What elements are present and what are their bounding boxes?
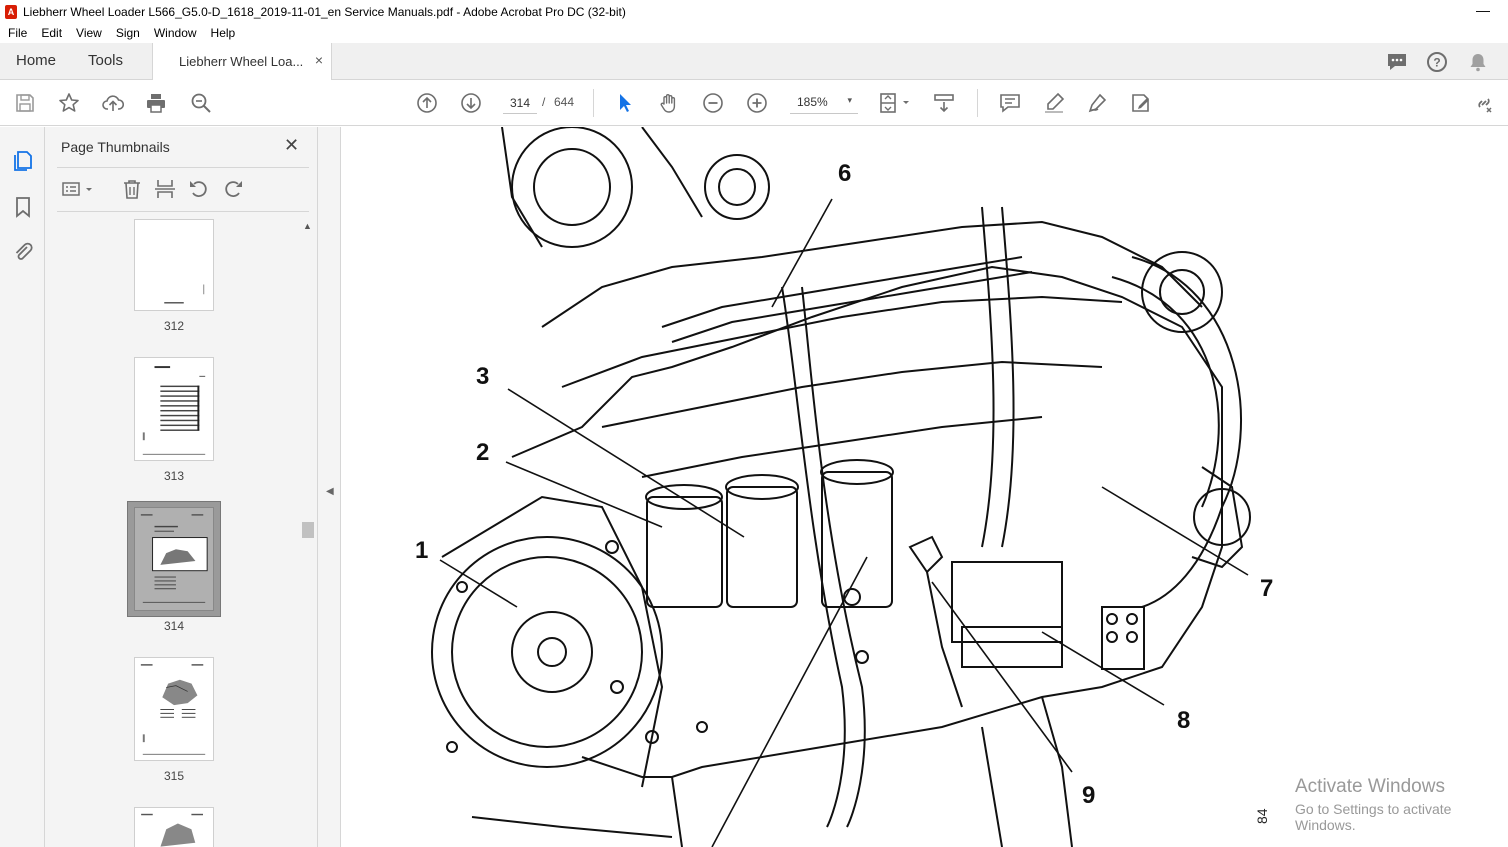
window-title: Liebherr Wheel Loader L566_G5.0-D_1618_2…	[23, 4, 626, 19]
page-fit-icon[interactable]	[877, 91, 913, 115]
panel-title: Page Thumbnails	[61, 139, 170, 155]
page-thumbnails-icon[interactable]	[11, 149, 35, 173]
main-toolbar: / 644 185% ▾	[0, 80, 1508, 126]
tab-bar: Home Tools Liebherr Wheel Loa... × ?	[0, 43, 1508, 80]
scroll-mode-icon[interactable]	[932, 91, 956, 115]
rotate-left-icon[interactable]	[187, 177, 211, 201]
extract-page-icon[interactable]	[153, 177, 177, 201]
previous-page-icon[interactable]	[415, 91, 439, 115]
menu-view[interactable]: View	[69, 26, 109, 40]
print-icon[interactable]	[144, 91, 168, 115]
tab-document[interactable]: Liebherr Wheel Loa... ×	[152, 43, 332, 80]
thumbnail-page-number: 313	[163, 469, 185, 483]
bookmarks-icon[interactable]	[11, 195, 35, 219]
total-pages: 644	[554, 95, 575, 109]
toolbar-divider	[593, 89, 594, 117]
menu-sign[interactable]: Sign	[109, 26, 147, 40]
zoom-in-icon[interactable]	[745, 91, 769, 115]
document-view[interactable]: 1 2 3 6 7 8 9 84	[342, 127, 1508, 847]
callout-label: 2	[476, 439, 490, 466]
thumbnail-options-icon[interactable]	[61, 177, 97, 201]
delete-page-icon[interactable]	[120, 177, 144, 201]
next-page-icon[interactable]	[459, 91, 483, 115]
toolbar-divider	[977, 89, 978, 117]
tab-document-label: Liebherr Wheel Loa...	[179, 54, 304, 69]
thumbnail-page-number: 314	[163, 619, 185, 633]
watermark-title: Activate Windows	[1295, 776, 1445, 797]
callout-label: 3	[476, 363, 490, 390]
page-thumbnails-panel: Page Thumbnails ✕ 312 313 314 315 ▲	[45, 127, 318, 847]
save-icon[interactable]	[13, 91, 37, 115]
engine-illustration	[431, 127, 1251, 847]
add-comment-icon[interactable]	[998, 91, 1022, 115]
activate-windows-watermark: Activate Windows Go to Settings to activ…	[1295, 776, 1508, 833]
attachments-paperclip-icon[interactable]	[11, 240, 35, 264]
title-bar: A Liebherr Wheel Loader L566_G5.0-D_1618…	[0, 0, 1508, 23]
page-thumbnail[interactable]	[134, 357, 214, 461]
divider	[57, 211, 309, 212]
collapse-panel-handle[interactable]: ◀	[318, 127, 341, 847]
figure-number: 84	[1254, 808, 1270, 824]
scroll-up-arrow[interactable]: ▲	[303, 221, 312, 231]
highlight-pen-icon[interactable]	[1042, 91, 1066, 115]
left-rail	[0, 127, 45, 847]
share-link-icon[interactable]	[1472, 91, 1496, 115]
select-cursor-icon[interactable]	[613, 91, 637, 115]
edit-pdf-icon[interactable]	[1129, 91, 1153, 115]
comment-bubble-icon[interactable]	[1386, 51, 1408, 73]
tab-tools[interactable]: Tools	[88, 52, 123, 69]
thumbnail-page-number: 312	[163, 319, 185, 333]
page-thumbnail[interactable]	[134, 807, 214, 847]
collapse-arrow-icon: ◀	[326, 486, 334, 497]
callout-label: 7	[1260, 575, 1274, 602]
help-icon[interactable]: ?	[1426, 51, 1448, 73]
zoom-level-value: 185%	[797, 95, 828, 109]
page-thumbnail[interactable]	[134, 219, 214, 311]
page-thumbnail[interactable]	[134, 657, 214, 761]
callout-label: 6	[838, 160, 852, 187]
search-zoom-icon[interactable]	[189, 91, 213, 115]
scrollbar-thumb[interactable]	[302, 522, 314, 538]
menu-help[interactable]: Help	[204, 26, 243, 40]
rotate-right-icon[interactable]	[221, 177, 245, 201]
watermark-subtitle: Go to Settings to activate Windows.	[1295, 801, 1452, 833]
upload-cloud-icon[interactable]	[101, 91, 125, 115]
page-thumbnail-selected[interactable]	[134, 507, 214, 611]
acrobat-icon: A	[5, 4, 17, 19]
zoom-level-select[interactable]: 185% ▾	[790, 92, 858, 114]
divider	[57, 167, 309, 168]
menu-edit[interactable]: Edit	[34, 26, 69, 40]
callout-label: 8	[1177, 707, 1191, 734]
tab-home[interactable]: Home	[16, 52, 56, 69]
zoom-out-icon[interactable]	[701, 91, 725, 115]
page-separator: /	[542, 95, 546, 109]
svg-text:?: ?	[1433, 56, 1440, 70]
hand-tool-icon[interactable]	[657, 91, 681, 115]
page-number-input[interactable]	[503, 92, 537, 114]
sign-pen-icon[interactable]	[1085, 91, 1109, 115]
close-tab-button[interactable]: ×	[315, 52, 323, 68]
menu-window[interactable]: Window	[147, 26, 204, 40]
close-panel-button[interactable]: ✕	[284, 135, 299, 156]
thumbnail-page-number: 315	[163, 769, 185, 783]
minimize-button[interactable]: —	[1476, 2, 1490, 18]
menu-bar: File Edit View Sign Window Help	[0, 23, 1508, 43]
callout-label: 1	[415, 537, 429, 564]
chevron-down-icon: ▾	[847, 95, 852, 105]
notifications-bell-icon[interactable]	[1467, 51, 1489, 73]
callout-label: 9	[1082, 782, 1096, 809]
thumbnail-list: 312 313 314 315	[57, 215, 301, 847]
menu-file[interactable]: File	[0, 26, 34, 40]
bookmark-star-icon[interactable]	[57, 91, 81, 115]
thumbnail-scrollbar[interactable]: ▲	[300, 219, 314, 847]
